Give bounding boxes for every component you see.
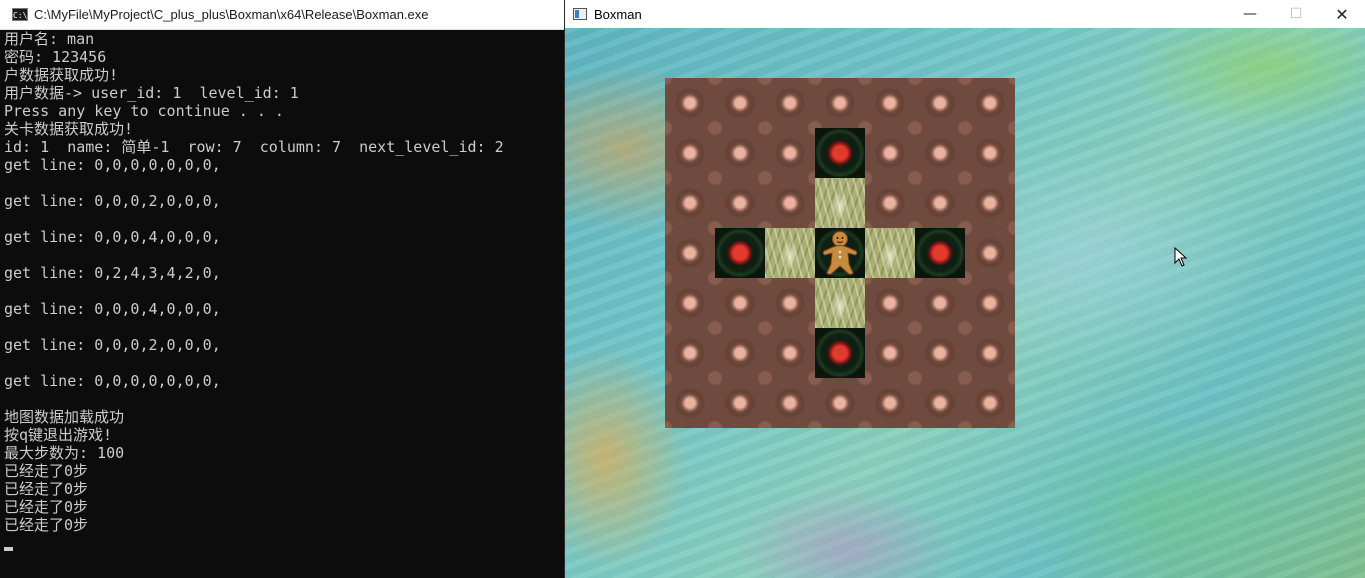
box-tile: [815, 278, 865, 328]
console-line: 已经走了0步: [4, 462, 89, 480]
console-line: 密码: 123456: [4, 48, 107, 66]
console-line: get line: 0,0,0,4,0,0,0,: [4, 228, 221, 246]
floor-tile: [865, 128, 915, 178]
floor-tile: [715, 328, 765, 378]
floor-tile: [715, 128, 765, 178]
floor-tile: [715, 78, 765, 128]
app-window-icon: [573, 8, 587, 20]
console-line: 已经走了0步: [4, 516, 89, 534]
floor-tile: [665, 178, 715, 228]
floor-tile: [715, 178, 765, 228]
floor-tile: [765, 178, 815, 228]
target-tile: [715, 228, 765, 278]
floor-tile: [915, 178, 965, 228]
floor-tile: [765, 328, 815, 378]
target-tile: [915, 228, 965, 278]
floor-tile: [965, 378, 1015, 428]
floor-tile: [765, 78, 815, 128]
minimize-button[interactable]: —: [1227, 0, 1273, 28]
game-titlebar[interactable]: Boxman — ☐ ✕: [565, 0, 1365, 28]
game-map: [665, 78, 1015, 428]
floor-tile: [865, 178, 915, 228]
floor-tile: [665, 128, 715, 178]
console-title: C:\MyFile\MyProject\C_plus_plus\Boxman\x…: [34, 7, 429, 22]
console-line: 已经走了0步: [4, 498, 89, 516]
floor-tile: [715, 378, 765, 428]
floor-tile: [915, 378, 965, 428]
console-cursor: [4, 547, 13, 551]
target-tile: [815, 328, 865, 378]
console-line: Press any key to continue . . .: [4, 102, 284, 120]
box-tile: [765, 228, 815, 278]
console-line: id: 1 name: 简单-1 row: 7 column: 7 next_l…: [4, 138, 504, 156]
console-line: get line: 0,0,0,4,0,0,0,: [4, 300, 221, 318]
floor-tile: [665, 378, 715, 428]
close-button[interactable]: ✕: [1319, 0, 1365, 28]
box-tile: [815, 178, 865, 228]
floor-tile: [965, 178, 1015, 228]
gingerbread-man-icon: [822, 231, 858, 275]
maximize-button[interactable]: ☐: [1273, 0, 1319, 28]
console-window[interactable]: C:\ C:\MyFile\MyProject\C_plus_plus\Boxm…: [0, 0, 565, 578]
floor-tile: [865, 278, 915, 328]
floor-tile: [915, 278, 965, 328]
game-title: Boxman: [594, 6, 642, 22]
console-line: 关卡数据获取成功!: [4, 120, 134, 138]
console-line: 最大步数为: 100: [4, 444, 125, 462]
target-tile: [815, 128, 865, 178]
console-line: 已经走了0步: [4, 480, 89, 498]
floor-tile: [915, 128, 965, 178]
console-line: get line: 0,0,0,0,0,0,0,: [4, 372, 221, 390]
floor-tile: [665, 78, 715, 128]
floor-tile: [765, 378, 815, 428]
floor-tile: [915, 328, 965, 378]
floor-tile: [765, 278, 815, 328]
floor-tile: [665, 328, 715, 378]
console-line: 用户数据-> user_id: 1 level_id: 1: [4, 84, 299, 102]
floor-tile: [865, 378, 915, 428]
floor-tile: [965, 278, 1015, 328]
cmd-icon: C:\: [12, 8, 28, 21]
box-tile: [865, 228, 915, 278]
console-output[interactable]: 用户名: man 密码: 123456 户数据获取成功! 用户数据-> user_id…: [4, 30, 562, 570]
floor-tile: [665, 228, 715, 278]
console-line: 按q键退出游戏!: [4, 426, 113, 444]
console-line: 户数据获取成功!: [4, 66, 119, 84]
floor-tile: [965, 228, 1015, 278]
floor-tile: [865, 78, 915, 128]
console-line: get line: 0,0,0,2,0,0,0,: [4, 336, 221, 354]
floor-tile: [815, 78, 865, 128]
floor-tile: [765, 128, 815, 178]
game-window[interactable]: Boxman — ☐ ✕: [565, 0, 1365, 578]
console-line: 用户名: man: [4, 30, 95, 48]
floor-tile: [815, 378, 865, 428]
game-canvas[interactable]: [565, 28, 1365, 578]
console-line: 地图数据加载成功: [4, 408, 125, 426]
console-titlebar[interactable]: C:\ C:\MyFile\MyProject\C_plus_plus\Boxm…: [0, 0, 564, 30]
mouse-pointer-icon: [1174, 247, 1188, 267]
floor-tile: [715, 278, 765, 328]
console-line: get line: 0,0,0,2,0,0,0,: [4, 192, 221, 210]
floor-tile: [665, 278, 715, 328]
floor-tile: [965, 128, 1015, 178]
floor-tile: [965, 328, 1015, 378]
floor-tile: [915, 78, 965, 128]
floor-tile: [865, 328, 915, 378]
floor-tile: [965, 78, 1015, 128]
console-line: get line: 0,0,0,0,0,0,0,: [4, 156, 221, 174]
console-line: get line: 0,2,4,3,4,2,0,: [4, 264, 221, 282]
player-tile: [815, 228, 865, 278]
